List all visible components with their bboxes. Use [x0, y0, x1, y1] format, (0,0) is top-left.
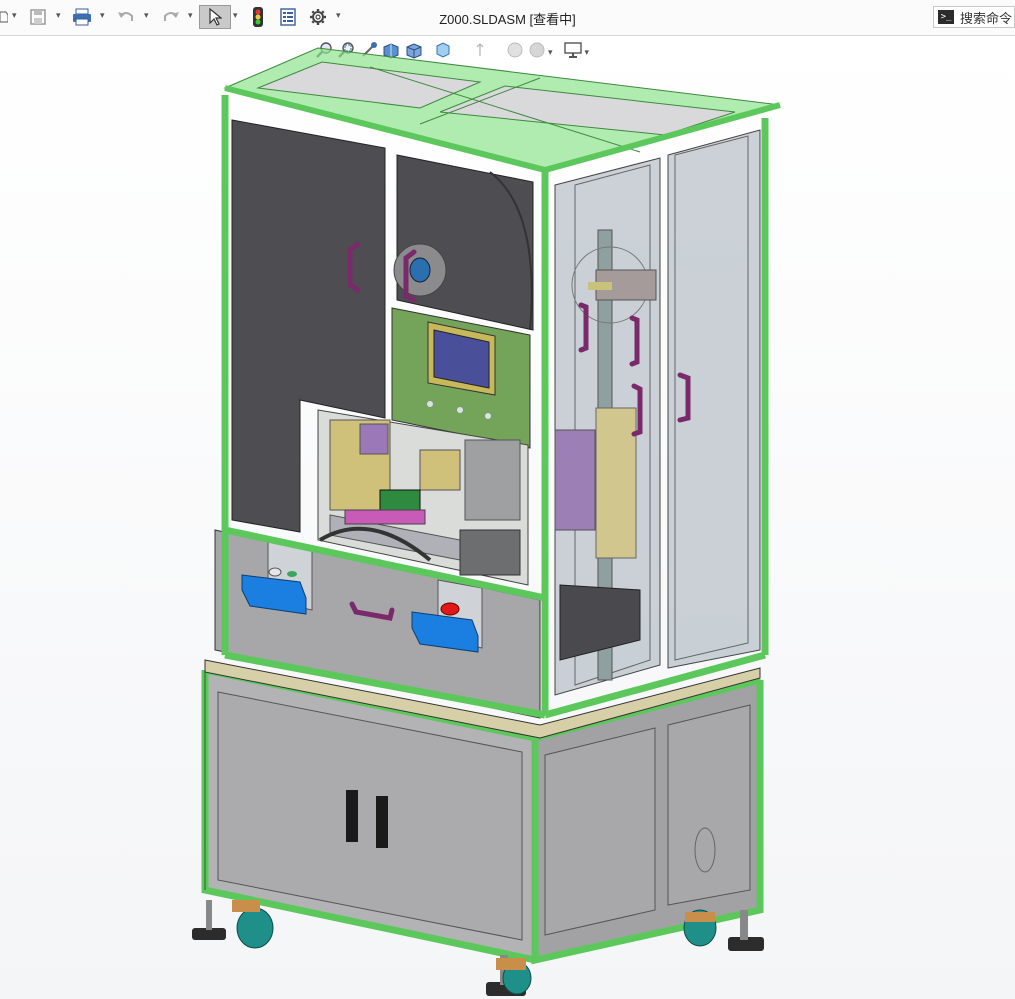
machine-assembly-model[interactable]	[0, 36, 1015, 999]
search-commands-box[interactable]: >_ 搜索命令	[933, 6, 1015, 28]
command-prompt-icon: >_	[938, 10, 954, 24]
cabinet-handle-left	[346, 790, 358, 842]
search-commands-label: 搜索命令	[960, 10, 1013, 26]
cabinet-handle-right	[376, 796, 388, 848]
title-bar: ▾ ▾ ▾ ▾ ▾ ▾ ▾ Z000.SLDASM [查看中] >_ 搜索命令	[0, 0, 1015, 36]
document-title: Z000.SLDASM [查看中]	[439, 12, 576, 27]
